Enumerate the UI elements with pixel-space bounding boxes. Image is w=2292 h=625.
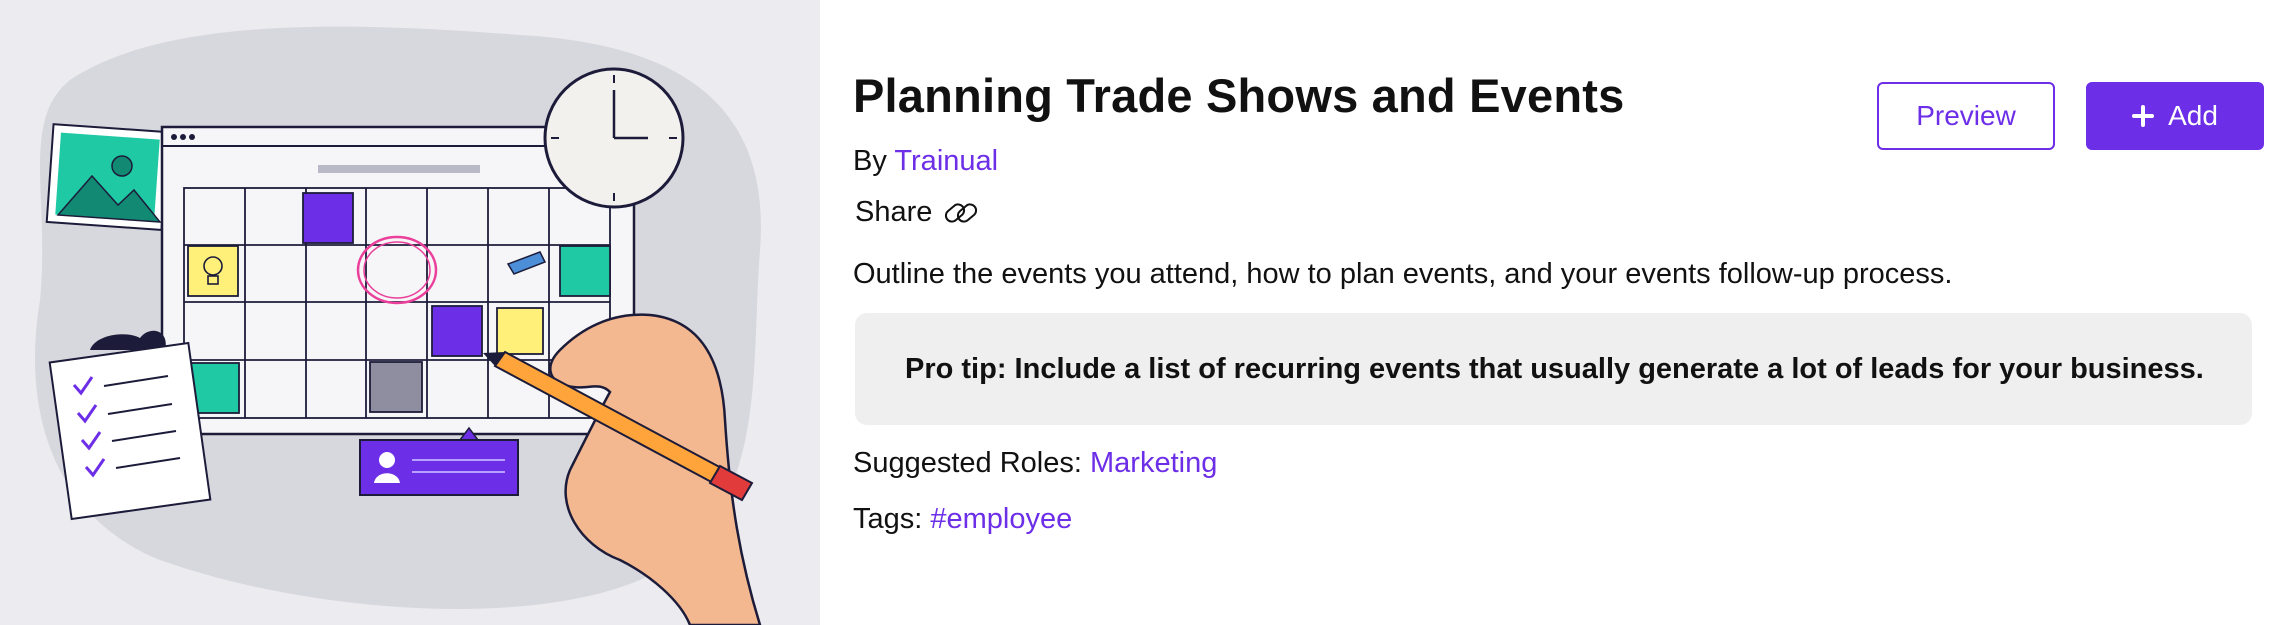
clock-icon [543, 67, 685, 209]
author-line: By Trainual [853, 145, 998, 178]
image-card-icon [45, 123, 170, 231]
plus-icon [2132, 105, 2155, 127]
link-icon [945, 202, 978, 223]
suggested-roles: Suggested Roles: Marketing [853, 447, 1217, 480]
template-info: Planning Trade Shows and Events Preview … [820, 0, 2292, 625]
roles-label: Suggested Roles: [853, 447, 1082, 479]
tags-label: Tags: [853, 503, 923, 535]
hero-illustration [0, 0, 820, 625]
page-title: Planning Trade Shows and Events [853, 69, 1625, 122]
share-link[interactable]: Share [855, 196, 980, 229]
author-link[interactable]: Trainual [894, 145, 998, 177]
template-description: Outline the events you attend, how to pl… [853, 258, 1953, 290]
add-button[interactable]: Add [2086, 82, 2264, 150]
template-detail: Planning Trade Shows and Events Preview … [0, 0, 2292, 625]
pro-tip-box: Pro tip: Include a list of recurring eve… [855, 313, 2252, 425]
add-button-label: Add [2168, 100, 2218, 131]
tag-link-employee[interactable]: #employee [930, 503, 1072, 535]
tags: Tags: #employee [853, 503, 1072, 536]
preview-button-label: Preview [1916, 100, 2016, 131]
share-label: Share [855, 196, 933, 228]
checklist-icon [48, 330, 212, 521]
role-link-marketing[interactable]: Marketing [1090, 447, 1217, 479]
calendar-planning-illustration [35, 26, 762, 625]
by-label: By [853, 145, 887, 177]
pro-tip-text: Pro tip: Include a list of recurring eve… [905, 352, 2204, 385]
preview-button[interactable]: Preview [1877, 82, 2055, 150]
